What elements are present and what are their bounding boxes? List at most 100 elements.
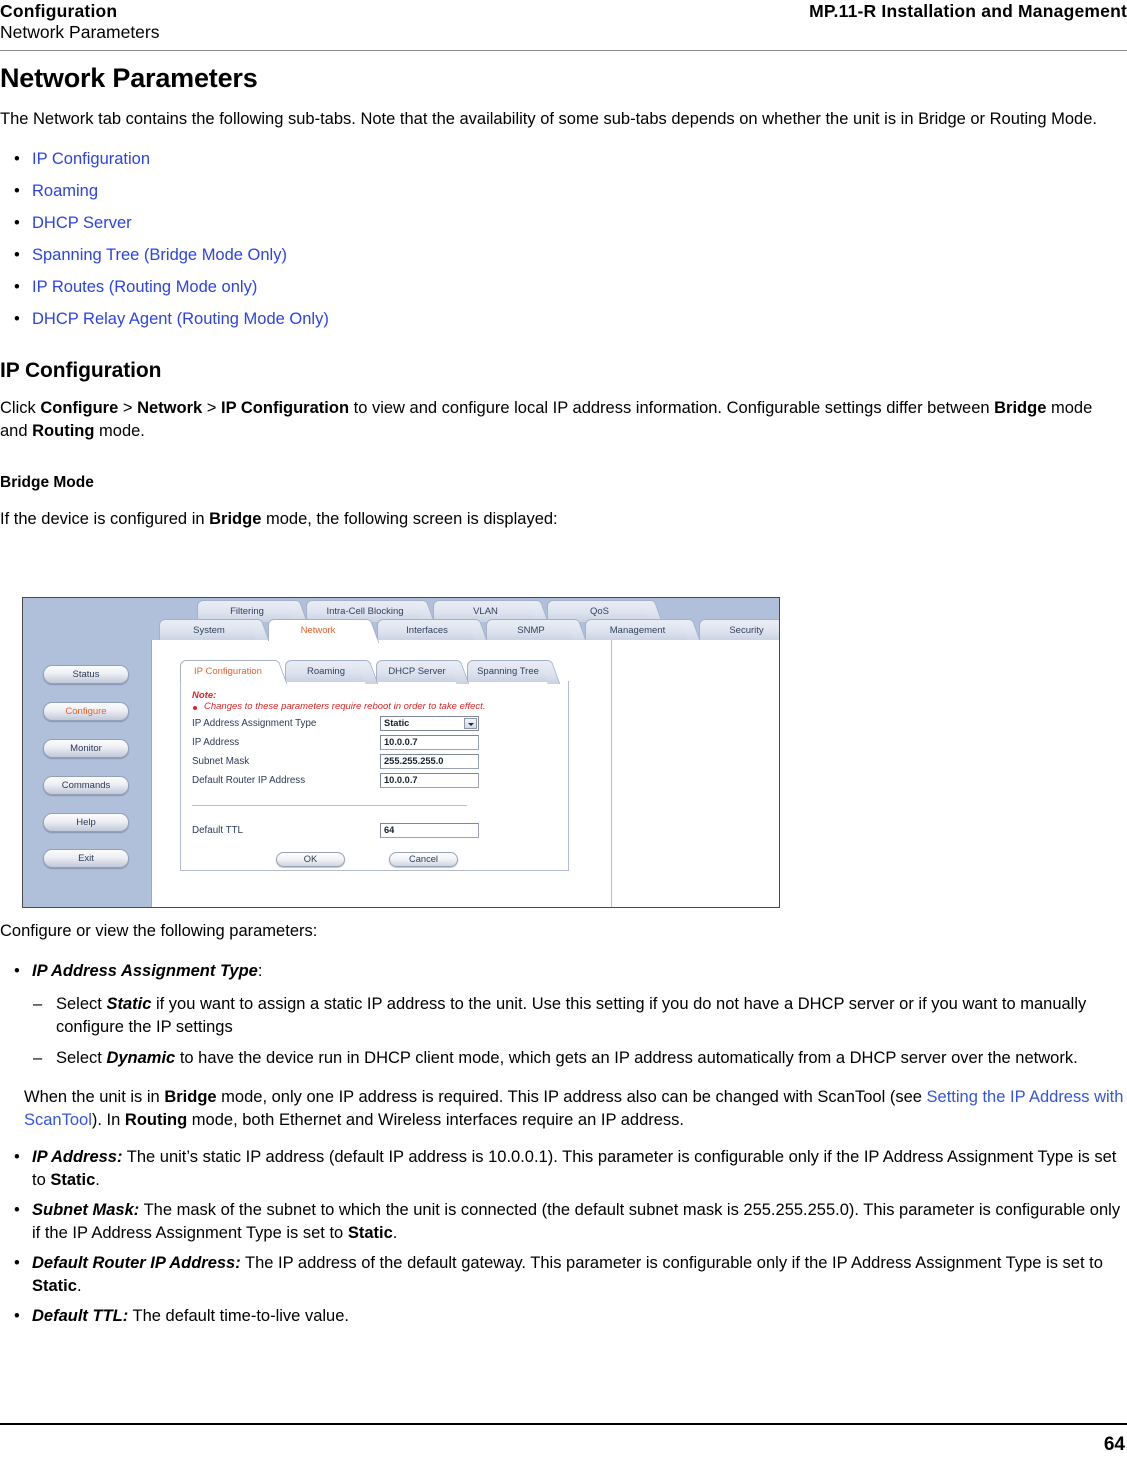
field-label-default-router-ip-address: Default Router IP Address: [192, 775, 306, 786]
parameter-type-list: • IP Address Assignment Type:: [0, 960, 1127, 983]
nav-button-status[interactable]: Status: [43, 665, 129, 684]
bullet-glyph: •: [14, 1254, 20, 1272]
nav-button-help[interactable]: Help: [43, 813, 129, 832]
subtab-dhcp-server[interactable]: DHCP Server: [376, 660, 458, 682]
subtab-link-roaming[interactable]: Roaming: [32, 182, 98, 200]
bullet-glyph: •: [14, 278, 20, 296]
text-fragment: >: [118, 399, 138, 417]
header-right-title: MP.11-R Installation and Management: [809, 1, 1127, 21]
emphasis-network: Network: [137, 399, 203, 417]
text-fragment: mode, only one IP address is required. T…: [216, 1088, 927, 1106]
text-fragment: to have the device run in DHCP client mo…: [175, 1049, 1078, 1067]
cancel-button[interactable]: Cancel: [389, 852, 458, 867]
field-label-ip-address: IP Address: [192, 737, 240, 748]
assignment-type-option-list: – Select Static if you want to assign a …: [0, 993, 1127, 1070]
parameter-description-list: • IP Address: The unit’s static IP addre…: [0, 1146, 1127, 1328]
text-fragment: >: [202, 399, 221, 417]
subtab-roaming[interactable]: Roaming: [285, 660, 367, 682]
tab-network[interactable]: Network: [268, 619, 368, 641]
nav-button-configure[interactable]: Configure: [43, 702, 129, 721]
bullet-glyph: •: [14, 182, 20, 200]
tab-interfaces[interactable]: Interfaces: [377, 619, 477, 641]
note-bullet-icon: [193, 706, 197, 710]
page-number: 64: [1103, 1434, 1125, 1455]
list-item: • IP Routes (Routing Mode only): [0, 276, 1127, 299]
field-input-default-ttl[interactable]: 64: [380, 823, 479, 838]
tab-security[interactable]: Security: [699, 619, 779, 641]
list-item: • IP Address: The unit’s static IP addre…: [0, 1146, 1127, 1192]
app-sidebar: Status Configure Monitor Commands Help E…: [23, 598, 151, 907]
nav-button-monitor[interactable]: Monitor: [43, 739, 129, 758]
nav-button-commands[interactable]: Commands: [43, 776, 129, 795]
field-input-default-router-ip-address[interactable]: 10.0.0.7: [380, 773, 479, 788]
bullet-glyph: •: [14, 1307, 20, 1325]
configure-or-view-paragraph: Configure or view the following paramete…: [0, 922, 318, 940]
emphasis-configure: Configure: [40, 399, 119, 417]
text-fragment: mode, the following screen is displayed:: [261, 510, 558, 528]
list-item: • IP Configuration: [0, 148, 1127, 171]
bullet-glyph: •: [14, 1148, 20, 1166]
chevron-down-icon[interactable]: [464, 718, 477, 729]
text-fragment: .: [76, 1277, 82, 1295]
emphasis-routing: Routing: [32, 422, 95, 440]
list-item: • Roaming: [0, 180, 1127, 203]
text-fragment: .: [95, 1171, 100, 1189]
param-name-default-router-ip-address: Default Router IP Address:: [32, 1254, 241, 1272]
param-name-ip-address-assignment-type: IP Address Assignment Type: [32, 962, 258, 980]
text-fragment: if you want to assign a static IP addres…: [56, 995, 1087, 1036]
list-item: • Default Router IP Address: The IP addr…: [0, 1252, 1127, 1298]
dash-glyph: –: [33, 995, 43, 1013]
list-item: – Select Static if you want to assign a …: [0, 993, 1127, 1039]
ip-configuration-paragraph: Click Configure > Network > IP Configura…: [0, 397, 1100, 443]
field-select-ip-address-assignment-type[interactable]: Static: [380, 716, 479, 731]
field-label-subnet-mask: Subnet Mask: [192, 756, 250, 767]
text-fragment: mode.: [94, 422, 145, 440]
list-item: • DHCP Server: [0, 212, 1127, 235]
tab-management[interactable]: Management: [585, 619, 690, 641]
subtab-link-spanning-tree[interactable]: Spanning Tree (Bridge Mode Only): [32, 246, 287, 264]
text-fragment: to view and configure local IP address i…: [349, 399, 995, 417]
header-left-title: Configuration: [0, 1, 118, 21]
subtab-link-dhcp-server[interactable]: DHCP Server: [32, 214, 132, 232]
header-left-subtitle: Network Parameters: [0, 22, 160, 42]
field-input-subnet-mask[interactable]: 255.255.255.0: [380, 754, 479, 769]
text-fragment: Click: [0, 399, 41, 417]
nav-button-exit[interactable]: Exit: [43, 849, 129, 868]
footer-divider: [0, 1423, 1127, 1425]
text-fragment: If the device is configured in: [0, 510, 210, 528]
text-fragment: When the unit is in: [24, 1088, 165, 1106]
field-input-ip-address[interactable]: 10.0.0.7: [380, 735, 479, 750]
tab-system[interactable]: System: [159, 619, 259, 641]
subtab-link-dhcp-relay-agent[interactable]: DHCP Relay Agent (Routing Mode Only): [32, 310, 329, 328]
main-tab-row: System Network Interfaces SNMP Managemen…: [151, 619, 779, 641]
bullet-glyph: •: [14, 962, 20, 980]
ok-button[interactable]: OK: [276, 852, 345, 867]
list-item: • Subnet Mask: The mask of the subnet to…: [0, 1199, 1127, 1245]
subtab-ip-configuration[interactable]: IP Configuration: [180, 660, 276, 682]
bullet-glyph: •: [14, 310, 20, 328]
subsection-heading-bridge-mode: Bridge Mode: [0, 474, 94, 491]
bridge-mode-paragraph: If the device is configured in Bridge mo…: [0, 508, 1100, 531]
subtab-link-ip-routes[interactable]: IP Routes (Routing Mode only): [32, 278, 257, 296]
text-fragment: The unit’s static IP address (default IP…: [32, 1148, 1117, 1189]
list-item: • Default TTL: The default time-to-live …: [0, 1305, 1127, 1328]
emphasis-static: Static: [347, 1224, 393, 1242]
param-name-ip-address: IP Address:: [32, 1148, 123, 1166]
page-title: Network Parameters: [0, 63, 258, 93]
field-label-ip-address-assignment-type: IP Address Assignment Type: [192, 718, 317, 729]
page-running-header: Configuration Network Parameters MP.11-R…: [0, 0, 1127, 52]
tab-snmp[interactable]: SNMP: [486, 619, 576, 641]
text-fragment: ). In: [91, 1111, 125, 1129]
subtab-link-ip-configuration[interactable]: IP Configuration: [32, 150, 150, 168]
text-fragment: Select: [56, 1049, 107, 1067]
list-item: – Select Dynamic to have the device run …: [0, 1047, 1127, 1070]
param-name-default-ttl: Default TTL:: [32, 1307, 129, 1325]
bullet-glyph: •: [14, 246, 20, 264]
embedded-app-screenshot: Status Configure Monitor Commands Help E…: [22, 597, 780, 908]
app-content-body: IP Configuration Roaming DHCP Server Spa…: [151, 640, 779, 907]
header-divider: [0, 50, 1127, 51]
document-body-lower: Configure or view the following paramete…: [0, 920, 1127, 1328]
sub-tab-row: IP Configuration Roaming DHCP Server Spa…: [152, 660, 779, 682]
subtab-spanning-tree[interactable]: Spanning Tree: [467, 660, 549, 682]
emphasis-bridge: Bridge: [994, 399, 1047, 417]
